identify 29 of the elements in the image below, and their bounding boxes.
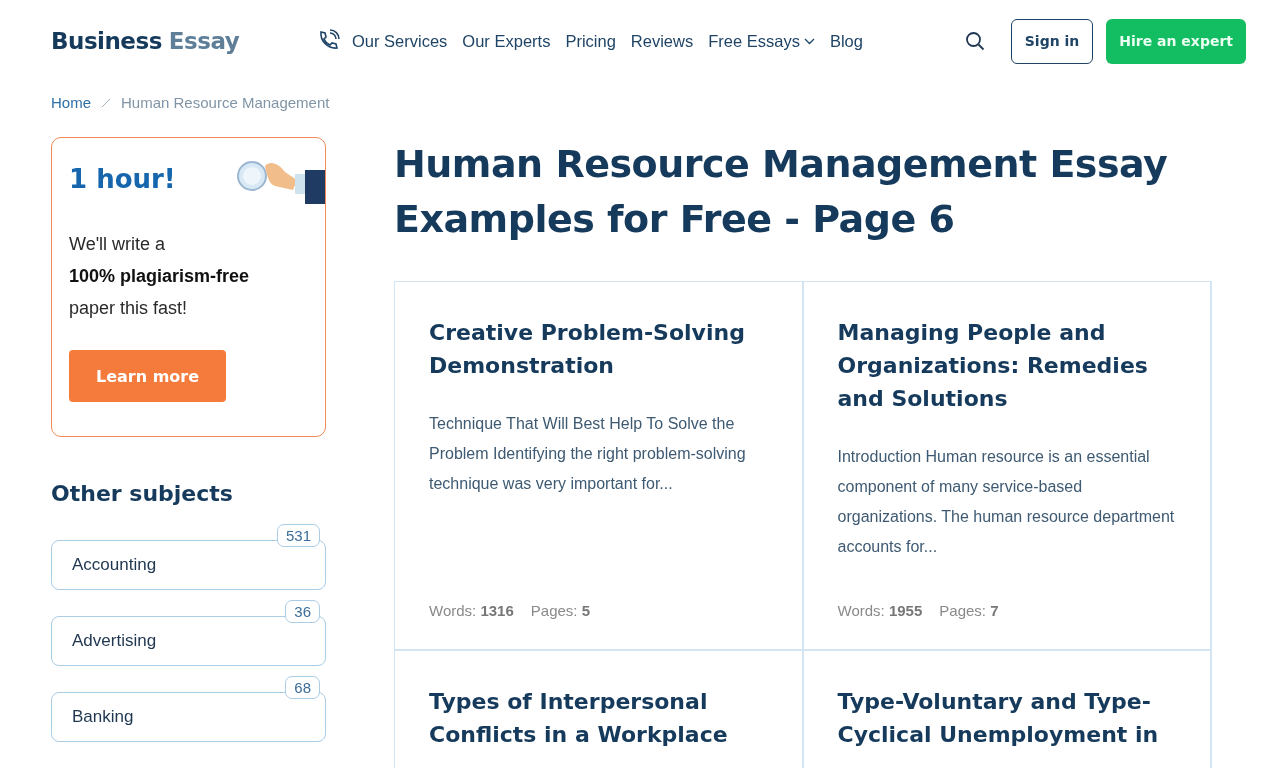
search-icon[interactable] bbox=[964, 31, 985, 51]
count-badge: 68 bbox=[285, 676, 320, 699]
promo-text: We'll write a 100% plagiarism-free paper this fast! bbox=[69, 233, 251, 320]
word-count: Words: 1955 bbox=[837, 602, 923, 619]
page-count: Pages: 5 bbox=[530, 602, 590, 619]
essay-title[interactable]: Managing People and Organizations: Remedies and Solutions bbox=[837, 316, 1176, 415]
nav-link[interactable]: Reviews bbox=[630, 31, 694, 51]
breadcrumb-current: Human Resource Management bbox=[121, 94, 330, 111]
logo[interactable]: Business Essay bbox=[51, 28, 316, 54]
separator-icon bbox=[101, 97, 111, 108]
page-title: Human Resource Management Essay Examples for Free - Page 6 bbox=[394, 141, 1169, 243]
word-count: Words: 1316 bbox=[429, 602, 514, 619]
essay-title[interactable]: Type-Voluntary and Type-Cyclical Unemployment in bbox=[837, 685, 1176, 751]
essay-title[interactable]: Types of Interpersonal Conflicts in a Workplace bbox=[429, 685, 768, 751]
count-badge: 36 bbox=[285, 600, 320, 623]
page-count: Pages: 7 bbox=[939, 602, 999, 619]
essay-title[interactable]: Creative Problem-Solving Demonstration bbox=[429, 316, 768, 382]
nav-link[interactable]: Our Experts bbox=[462, 31, 551, 51]
essay-excerpt: Technique That Will Best Help To Solve the Problem Identifying the right problem-solving technique was very important for... bbox=[429, 414, 747, 494]
nav-link[interactable]: Our Services bbox=[352, 31, 448, 51]
nav-link[interactable]: Pricing bbox=[565, 31, 616, 51]
nav-link[interactable]: Free Essays bbox=[708, 31, 815, 51]
sign-in-button[interactable]: Sign in bbox=[1010, 18, 1094, 64]
essay-excerpt: Introduction Human resource is an essential component of many service-based organizations. The human resource department accounts for... bbox=[837, 447, 1176, 557]
breadcrumb-link[interactable]: Home bbox=[51, 94, 91, 111]
nav-link[interactable]: Blog bbox=[829, 31, 863, 51]
count-badge: 531 bbox=[276, 524, 320, 547]
promo-title: 1 hour! bbox=[69, 164, 177, 194]
section-title: Other subjects bbox=[51, 481, 234, 506]
